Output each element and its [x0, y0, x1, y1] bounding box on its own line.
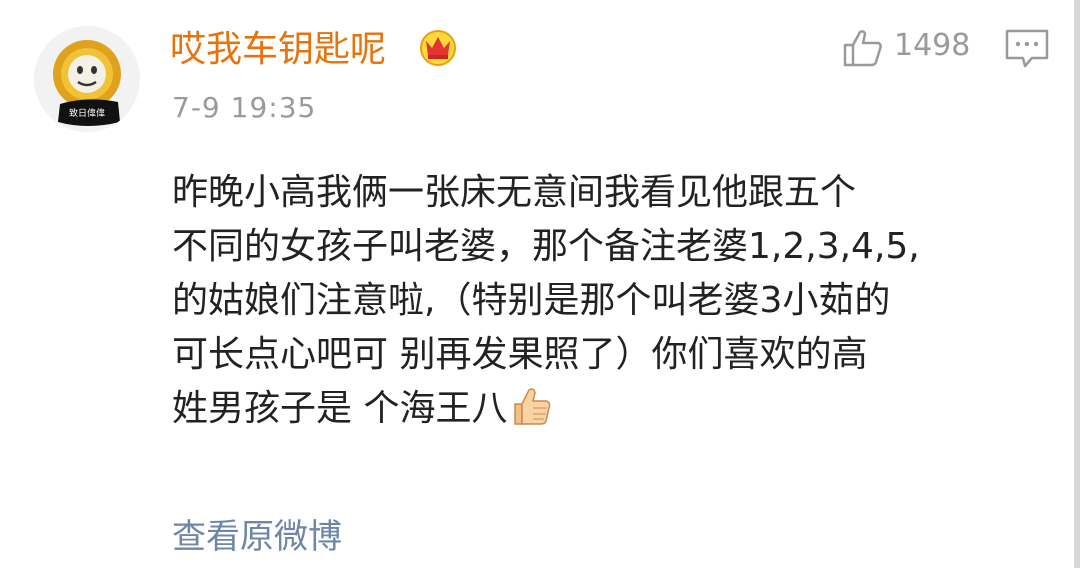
view-original-weibo-link[interactable]: 查看原微博 — [172, 514, 342, 560]
thumbs-up-emoji-icon — [514, 388, 551, 425]
thumbs-up-outline-icon[interactable] — [842, 28, 884, 68]
comment-text-line: 姓男孩子是 个海王八 — [172, 388, 508, 429]
comment-text-last-line: 姓男孩子是 个海王八 — [172, 382, 1052, 436]
avatar-caption: 致日偉偉 — [69, 107, 105, 119]
comment-text: 昨晚小高我俩一张床无意间我看见他跟五个 不同的女孩子叫老婆，那个备注老婆1,2,… — [172, 166, 1052, 436]
comment-text-line: 可长点心吧可 别再发果照了）你们喜欢的高 — [172, 334, 868, 375]
comment-text-line: 昨晚小高我俩一张床无意间我看见他跟五个 — [172, 172, 857, 213]
avatar-image: 致日偉偉 — [34, 26, 140, 132]
comment-timestamp: 7-9 19:35 — [172, 91, 317, 124]
vip-crown-badge-icon[interactable] — [418, 28, 458, 68]
like-count: 1498 — [894, 28, 971, 63]
comment-bubble-icon[interactable] — [1004, 28, 1050, 70]
username[interactable]: 哎我车钥匙呢 — [170, 26, 386, 74]
scrollbar[interactable] — [1074, 0, 1080, 568]
comment-text-line: 的姑娘们注意啦,（特别是那个叫老婆3小茹的 — [172, 280, 891, 321]
comment-text-line: 不同的女孩子叫老婆，那个备注老婆1,2,3,4,5, — [172, 226, 920, 267]
avatar[interactable]: 致日偉偉 — [34, 26, 140, 132]
